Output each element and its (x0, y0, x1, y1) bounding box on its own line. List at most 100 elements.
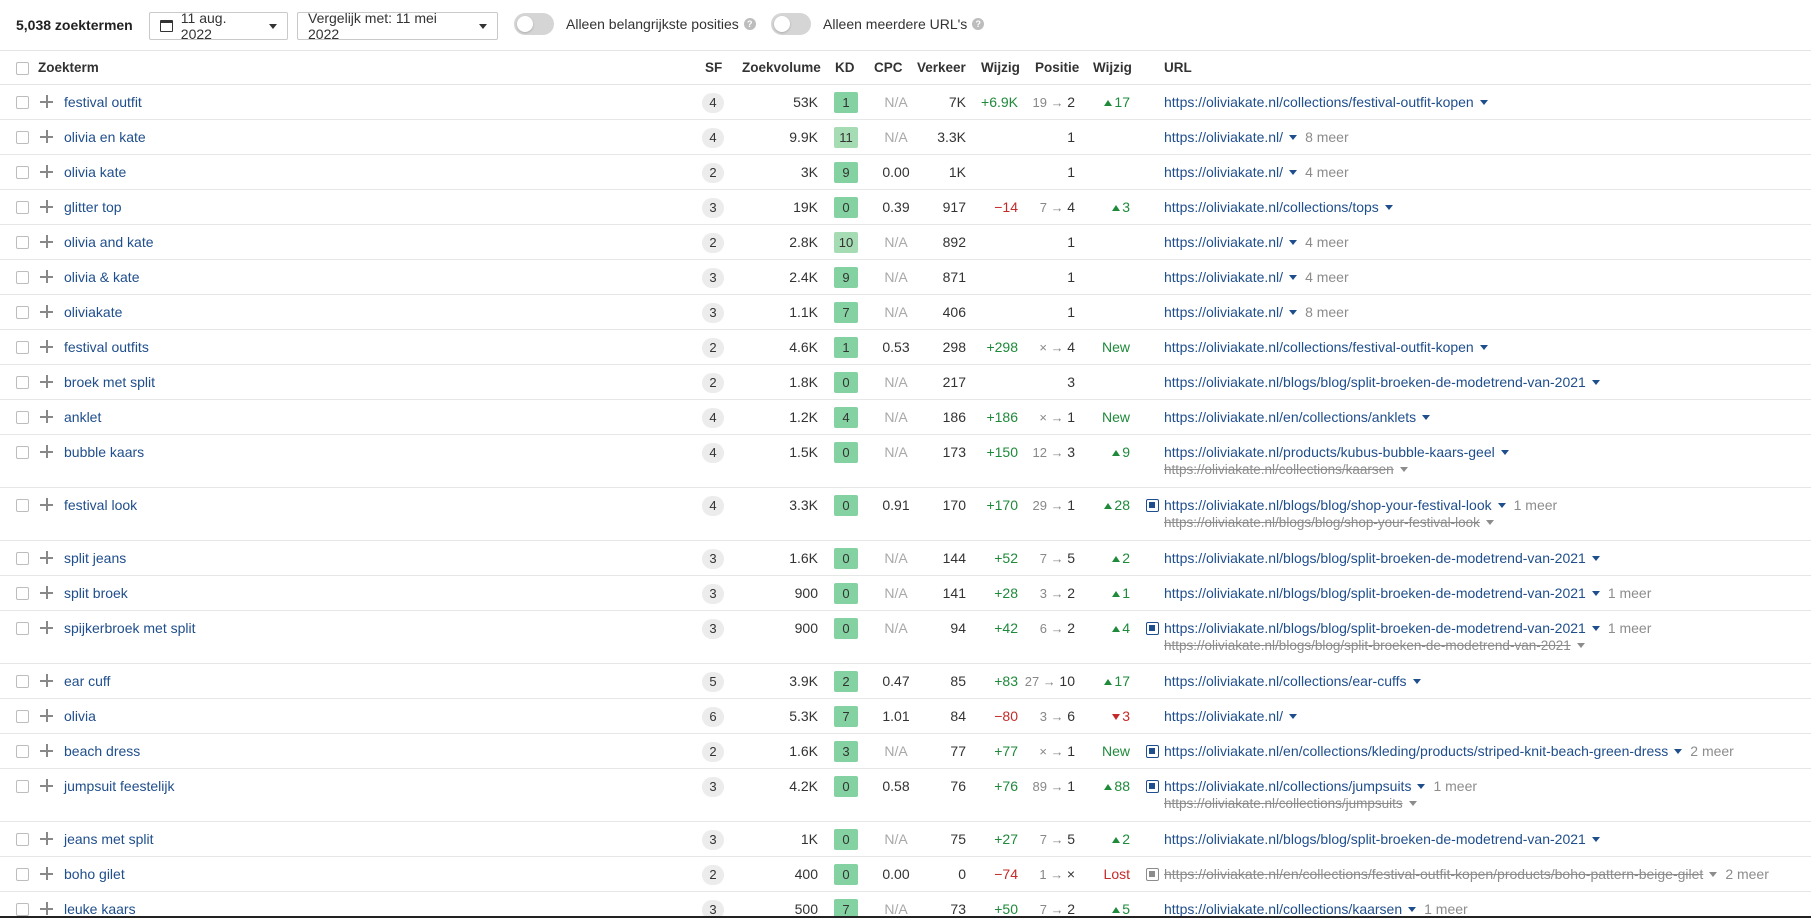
row-checkbox[interactable] (16, 675, 29, 688)
url-link[interactable]: https://oliviakate.nl/en/collections/kle… (1164, 734, 1734, 769)
url-link[interactable]: https://oliviakate.nl/blogs/blog/split-b… (1164, 576, 1651, 611)
serp-features-badge[interactable]: 3 (702, 830, 724, 850)
more-urls-link[interactable]: 4 meer (1305, 269, 1349, 285)
more-urls-link[interactable]: 4 meer (1305, 234, 1349, 250)
row-checkbox[interactable] (16, 131, 29, 144)
keyword-link[interactable]: ear cuff (64, 664, 110, 699)
add-icon[interactable] (40, 445, 53, 458)
chevron-down-icon[interactable] (1674, 749, 1683, 754)
keyword-link[interactable]: bubble kaars (64, 435, 144, 470)
keyword-link[interactable]: spijkerbroek met split (64, 611, 196, 646)
previous-url[interactable]: https://oliviakate.nl/blogs/blog/split-b… (1164, 638, 1585, 654)
add-icon[interactable] (40, 586, 53, 599)
add-icon[interactable] (40, 410, 53, 423)
row-checkbox[interactable] (16, 411, 29, 424)
previous-url[interactable]: https://oliviakate.nl/blogs/blog/shop-yo… (1164, 515, 1494, 531)
row-checkbox[interactable] (16, 271, 29, 284)
header-change[interactable]: Wijzig (981, 60, 1020, 75)
add-icon[interactable] (40, 674, 53, 687)
serp-features-badge[interactable]: 2 (702, 373, 724, 393)
header-cpc[interactable]: CPC (874, 60, 903, 75)
chevron-down-icon[interactable] (1591, 591, 1600, 596)
serp-feature-icon[interactable] (1146, 499, 1159, 512)
add-icon[interactable] (40, 340, 53, 353)
chevron-down-icon[interactable] (1408, 801, 1417, 806)
serp-features-badge[interactable]: 3 (702, 619, 724, 639)
main-positions-toggle[interactable] (514, 13, 554, 35)
keyword-link[interactable]: jeans met split (64, 822, 153, 857)
date-picker[interactable]: 11 aug. 2022 (149, 10, 288, 42)
url-link[interactable]: https://oliviakate.nl/4 meer (1164, 260, 1349, 295)
row-checkbox[interactable] (16, 745, 29, 758)
select-all-checkbox[interactable] (16, 62, 29, 75)
row-checkbox[interactable] (16, 166, 29, 179)
url-link[interactable]: https://oliviakate.nl/ (1164, 699, 1298, 734)
add-icon[interactable] (40, 305, 53, 318)
chevron-down-icon[interactable] (1709, 872, 1718, 877)
keyword-link[interactable]: glitter top (64, 190, 122, 225)
serp-features-badge[interactable]: 3 (702, 268, 724, 288)
more-urls-link[interactable]: 8 meer (1305, 304, 1349, 320)
row-checkbox[interactable] (16, 446, 29, 459)
url-link[interactable]: https://oliviakate.nl/collections/festiv… (1164, 330, 1488, 365)
chevron-down-icon[interactable] (1412, 679, 1421, 684)
add-icon[interactable] (40, 235, 53, 248)
chevron-down-icon[interactable] (1289, 135, 1298, 140)
serp-features-badge[interactable]: 3 (702, 584, 724, 604)
header-position-change[interactable]: Wijzig (1093, 60, 1132, 75)
serp-features-badge[interactable]: 3 (702, 549, 724, 569)
chevron-down-icon[interactable] (1289, 275, 1298, 280)
url-link[interactable]: https://oliviakate.nl/blogs/blog/split-b… (1164, 541, 1600, 576)
serp-features-badge[interactable]: 4 (702, 128, 724, 148)
add-icon[interactable] (40, 551, 53, 564)
row-checkbox[interactable] (16, 201, 29, 214)
url-link[interactable]: https://oliviakate.nl/collections/ear-cu… (1164, 664, 1421, 699)
row-checkbox[interactable] (16, 710, 29, 723)
add-icon[interactable] (40, 130, 53, 143)
serp-feature-icon[interactable] (1146, 622, 1159, 635)
serp-features-badge[interactable]: 5 (702, 672, 724, 692)
header-url[interactable]: URL (1164, 60, 1192, 75)
serp-features-badge[interactable]: 2 (702, 865, 724, 885)
add-icon[interactable] (40, 867, 53, 880)
serp-features-badge[interactable]: 2 (702, 742, 724, 762)
serp-features-badge[interactable]: 6 (702, 707, 724, 727)
compare-dropdown[interactable]: Vergelijk met: 11 mei 2022 (297, 10, 498, 42)
keyword-link[interactable]: boho gilet (64, 857, 125, 892)
chevron-down-icon[interactable] (1399, 467, 1408, 472)
chevron-down-icon[interactable] (1289, 170, 1298, 175)
keyword-link[interactable]: beach dress (64, 734, 140, 769)
add-icon[interactable] (40, 270, 53, 283)
row-checkbox[interactable] (16, 868, 29, 881)
chevron-down-icon[interactable] (1479, 100, 1488, 105)
serp-feature-icon[interactable] (1146, 780, 1159, 793)
more-urls-link[interactable]: 1 meer (1433, 778, 1477, 794)
serp-features-badge[interactable]: 3 (702, 198, 724, 218)
serp-features-badge[interactable]: 3 (702, 777, 724, 797)
keyword-link[interactable]: festival outfit (64, 85, 142, 120)
row-checkbox[interactable] (16, 236, 29, 249)
chevron-down-icon[interactable] (1591, 626, 1600, 631)
header-kd[interactable]: KD (835, 60, 855, 75)
more-urls-link[interactable]: 1 meer (1424, 901, 1468, 917)
chevron-down-icon[interactable] (1591, 837, 1600, 842)
keyword-link[interactable]: split broek (64, 576, 128, 611)
header-volume[interactable]: Zoekvolume (742, 60, 821, 75)
url-link[interactable]: https://oliviakate.nl/collections/kaarse… (1164, 892, 1468, 918)
keyword-link[interactable]: festival outfits (64, 330, 149, 365)
chevron-down-icon[interactable] (1408, 907, 1417, 912)
keyword-link[interactable]: anklet (64, 400, 101, 435)
url-link[interactable]: https://oliviakate.nl/blogs/blog/split-b… (1164, 365, 1600, 400)
multiple-urls-toggle[interactable] (771, 13, 811, 35)
chevron-down-icon[interactable] (1289, 714, 1298, 719)
chevron-down-icon[interactable] (1289, 310, 1298, 315)
serp-features-badge[interactable]: 4 (702, 408, 724, 428)
row-checkbox[interactable] (16, 376, 29, 389)
keyword-link[interactable]: festival look (64, 488, 137, 523)
serp-features-badge[interactable]: 4 (702, 93, 724, 113)
url-link[interactable]: https://oliviakate.nl/4 meer (1164, 155, 1349, 190)
url-link[interactable]: https://oliviakate.nl/collections/tops (1164, 190, 1393, 225)
serp-feature-icon[interactable] (1146, 745, 1159, 758)
row-checkbox[interactable] (16, 341, 29, 354)
url-link[interactable]: https://oliviakate.nl/4 meer (1164, 225, 1349, 260)
